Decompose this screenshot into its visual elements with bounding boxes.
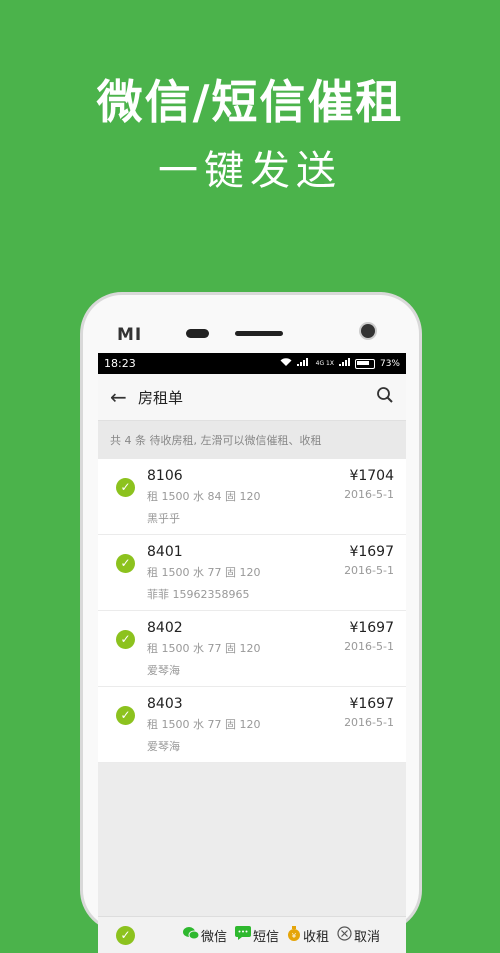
wechat-label: 微信 xyxy=(201,929,228,945)
room-number: 8401 xyxy=(147,544,183,560)
brand-logo: MI xyxy=(117,325,143,345)
phone-frame: MI 18:23 4G 1X 73% ← 房租单 共 4 条 待收房租, 左滑可… xyxy=(80,292,422,953)
status-bar: 18:23 4G 1X 73% xyxy=(98,353,406,374)
list-item[interactable]: ✓ 8402 租 1500 水 77 固 120 爱琴海 ¥1697 2016-… xyxy=(98,611,406,687)
rent-amount: ¥1697 xyxy=(349,696,394,712)
front-camera xyxy=(361,324,375,338)
signal-icon-2 xyxy=(338,358,350,369)
cancel-button[interactable]: 取消 xyxy=(337,925,381,945)
sms-label: 短信 xyxy=(253,929,280,945)
fee-detail: 租 1500 水 84 固 120 xyxy=(147,490,261,503)
rent-amount: ¥1697 xyxy=(349,620,394,636)
tenant-name: 爱琴海 xyxy=(147,664,180,677)
signal-icon xyxy=(296,358,311,369)
sms-icon xyxy=(235,926,252,944)
tenant-name: 黑乎乎 xyxy=(147,512,180,525)
room-number: 8402 xyxy=(147,620,183,636)
list-item[interactable]: ✓ 8401 租 1500 水 77 固 120 菲菲 15962358965 … xyxy=(98,535,406,611)
earpiece-speaker xyxy=(235,331,283,336)
close-circle-icon xyxy=(337,925,352,945)
list-item[interactable]: ✓ 8403 租 1500 水 77 固 120 爱琴海 ¥1697 2016-… xyxy=(98,687,406,763)
arrow-left-icon[interactable]: ← xyxy=(110,385,138,409)
fee-detail: 租 1500 水 77 固 120 xyxy=(147,642,261,655)
checkmark-icon[interactable]: ✓ xyxy=(116,706,135,725)
fee-detail: 租 1500 水 77 固 120 xyxy=(147,718,261,731)
due-date: 2016-5-1 xyxy=(344,488,394,501)
collect-label: 收租 xyxy=(303,929,330,945)
network-type-label: 4G 1X xyxy=(315,360,334,367)
battery-icon xyxy=(354,358,375,369)
phone-screen: 18:23 4G 1X 73% ← 房租单 共 4 条 待收房租, 左滑可以微信… xyxy=(98,353,406,953)
status-time: 18:23 xyxy=(104,357,136,370)
checkmark-icon[interactable]: ✓ xyxy=(116,554,135,573)
cancel-label: 取消 xyxy=(354,929,381,945)
select-all-checkmark-icon[interactable]: ✓ xyxy=(116,925,135,945)
svg-text:¥: ¥ xyxy=(292,932,297,940)
list-item[interactable]: ✓ 8106 租 1500 水 84 固 120 黑乎乎 ¥1704 2016-… xyxy=(98,459,406,535)
due-date: 2016-5-1 xyxy=(344,564,394,577)
due-date: 2016-5-1 xyxy=(344,640,394,653)
rent-amount: ¥1697 xyxy=(349,544,394,560)
promo-headline: 微信/短信催租 xyxy=(96,75,404,129)
search-icon[interactable] xyxy=(376,386,394,408)
sms-button[interactable]: 短信 xyxy=(235,926,279,945)
fee-detail: 租 1500 水 77 固 120 xyxy=(147,566,261,579)
due-date: 2016-5-1 xyxy=(344,716,394,729)
tenant-name: 爱琴海 xyxy=(147,740,180,753)
action-bar: ✓ 微信 短信 ¥ 收租 取消 xyxy=(98,916,406,953)
wifi-icon xyxy=(280,357,292,370)
promo-subline: 一键发送 xyxy=(158,148,342,194)
battery-level: 73% xyxy=(379,358,400,369)
room-number: 8106 xyxy=(147,468,183,484)
list-hint: 共 4 条 待收房租, 左滑可以微信催租、收租 xyxy=(98,421,406,459)
collect-button[interactable]: ¥ 收租 xyxy=(287,925,330,945)
app-bar: ← 房租单 xyxy=(98,374,406,421)
wechat-button[interactable]: 微信 xyxy=(183,926,227,945)
rent-list: ✓ 8106 租 1500 水 84 固 120 黑乎乎 ¥1704 2016-… xyxy=(98,459,406,763)
tenant-name: 菲菲 15962358965 xyxy=(147,588,250,601)
proximity-sensor xyxy=(186,329,209,338)
checkmark-icon[interactable]: ✓ xyxy=(116,630,135,649)
checkmark-icon[interactable]: ✓ xyxy=(116,478,135,497)
page-title: 房租单 xyxy=(138,388,184,407)
room-number: 8403 xyxy=(147,696,183,712)
money-bag-icon: ¥ xyxy=(287,925,301,945)
rent-amount: ¥1704 xyxy=(349,468,394,484)
wechat-icon xyxy=(183,926,200,944)
